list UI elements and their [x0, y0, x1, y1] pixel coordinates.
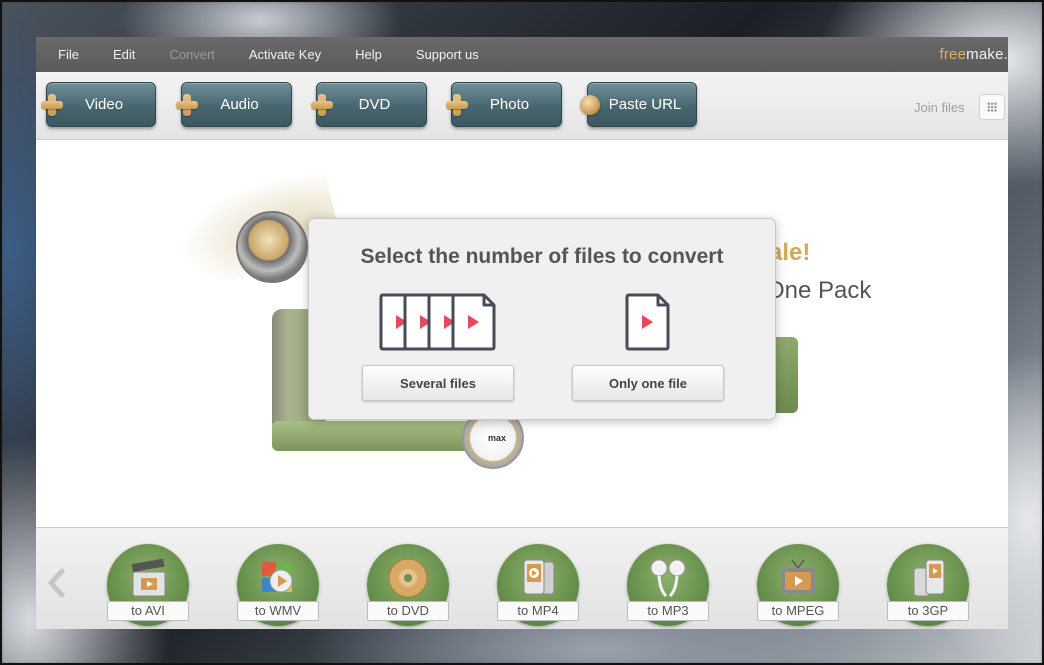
plus-icon — [176, 94, 198, 116]
format-dvd-label: to DVD — [367, 601, 449, 621]
output-format-bar: to AVI to WMV to DVD to MP4 to MP3 to MP… — [36, 527, 1008, 629]
format-mp4-button[interactable]: to MP4 — [497, 544, 579, 626]
only-one-file-button[interactable]: Only one file — [572, 365, 724, 401]
plus-icon — [446, 94, 468, 116]
several-files-button[interactable]: Several files — [362, 365, 514, 401]
promo-pack-text: One Pack — [766, 277, 872, 304]
join-files-toggle[interactable] — [979, 94, 1005, 120]
disc-icon — [388, 558, 428, 598]
plus-icon — [311, 94, 333, 116]
clapperboard-icon — [131, 558, 166, 597]
freemake-logo: freemake. — [939, 46, 1008, 63]
toolbar: Video Audio DVD Photo Paste URL Join fil… — [36, 72, 1008, 140]
format-wmv-button[interactable]: to WMV — [237, 544, 319, 626]
menu-help[interactable]: Help — [355, 47, 382, 62]
grid-icon — [987, 102, 997, 112]
single-file-video-icon — [625, 293, 670, 351]
format-mp3-button[interactable]: to MP3 — [627, 544, 709, 626]
globe-icon — [580, 95, 600, 115]
earphones-icon — [650, 559, 686, 598]
format-mpeg-button[interactable]: to MPEG — [757, 544, 839, 626]
file-count-dialog: Select the number of files to convert Se… — [308, 218, 776, 420]
add-photo-label: Photo — [489, 96, 530, 113]
add-video-button[interactable]: Video — [41, 82, 156, 127]
format-wmv-label: to WMV — [237, 601, 319, 621]
add-audio-button[interactable]: Audio — [176, 82, 292, 127]
plus-icon — [41, 94, 63, 116]
format-3gp-button[interactable]: to 3GP — [887, 544, 969, 626]
add-dvd-label: DVD — [358, 96, 391, 113]
add-audio-label: Audio — [220, 96, 259, 113]
menu-activate-key[interactable]: Activate Key — [249, 47, 321, 62]
menu-support-us[interactable]: Support us — [416, 47, 479, 62]
format-3gp-label: to 3GP — [887, 601, 969, 621]
join-files-label: Join files — [914, 100, 965, 115]
chevron-left-icon[interactable] — [46, 568, 66, 598]
windows-media-icon — [262, 562, 293, 593]
menu-convert: Convert — [169, 47, 215, 62]
format-mp3-label: to MP3 — [627, 601, 709, 621]
add-photo-button[interactable]: Photo — [446, 82, 562, 127]
paste-url-button[interactable]: Paste URL — [580, 82, 697, 127]
format-avi-label: to AVI — [107, 601, 189, 621]
format-mp4-label: to MP4 — [497, 601, 579, 621]
media-player-icon — [523, 559, 555, 595]
dialog-title: Select the number of files to convert — [360, 245, 724, 268]
add-video-label: Video — [84, 96, 124, 113]
format-avi-button[interactable]: to AVI — [107, 544, 189, 626]
file-video-icon — [451, 293, 496, 351]
menu-file[interactable]: File — [58, 47, 79, 62]
mobile-phone-icon — [913, 559, 945, 597]
reel-graphic — [236, 211, 308, 283]
dial-label: max — [488, 433, 507, 443]
tv-icon — [781, 559, 815, 594]
paste-url-label: Paste URL — [608, 96, 682, 113]
menu-edit[interactable]: Edit — [113, 47, 135, 62]
format-dvd-button[interactable]: to DVD — [367, 544, 449, 626]
format-mpeg-label: to MPEG — [757, 601, 839, 621]
add-dvd-button[interactable]: DVD — [311, 82, 427, 127]
menu-bar: File Edit Convert Activate Key Help Supp… — [36, 37, 1008, 72]
